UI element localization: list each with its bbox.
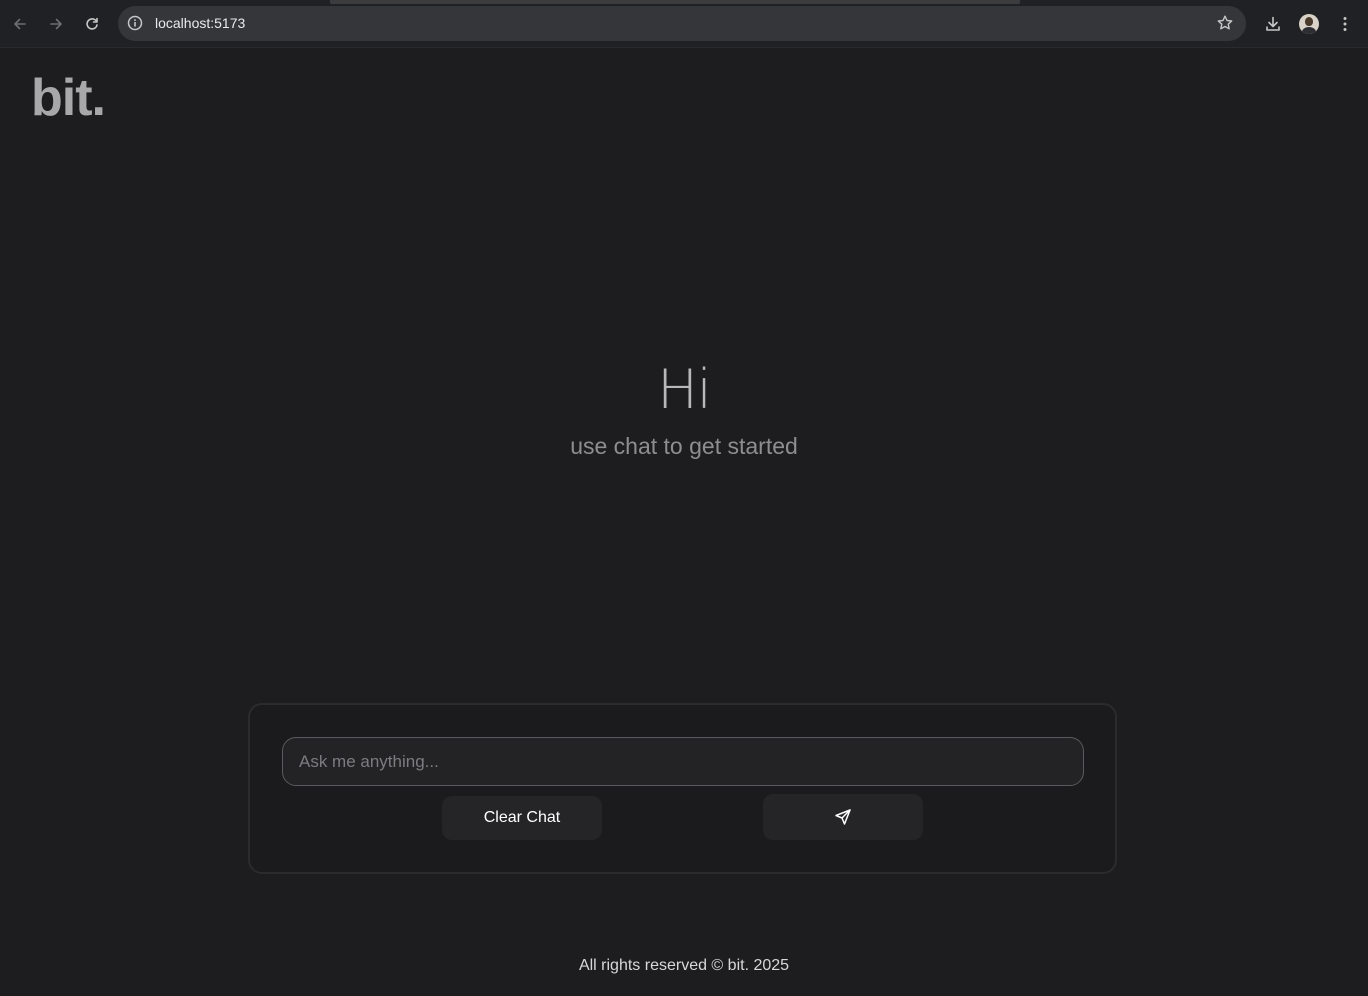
profile-avatar[interactable] (1299, 14, 1319, 34)
more-menu-button[interactable] (1333, 12, 1357, 36)
hero-title: Hi (657, 358, 712, 421)
star-icon[interactable] (1216, 14, 1234, 32)
brand-logo[interactable]: bit. (31, 68, 106, 128)
forward-arrow-icon (50, 18, 62, 30)
browser-toolbar: localhost:5173 (0, 0, 1368, 48)
info-icon[interactable] (126, 14, 144, 32)
send-icon (835, 809, 851, 825)
download-button[interactable] (1261, 12, 1285, 36)
avatar-head (1305, 17, 1313, 26)
reload-icon (86, 17, 98, 30)
avatar-body (1302, 27, 1316, 34)
hero-subtitle: use chat to get started (570, 433, 798, 459)
back-button[interactable] (8, 12, 32, 36)
footer-copyright: All rights reserved © bit. 2025 (578, 957, 790, 974)
reload-button[interactable] (80, 12, 104, 36)
download-icon (1266, 16, 1280, 31)
chat-input[interactable] (282, 737, 1084, 786)
address-bar[interactable]: localhost:5173 (118, 6, 1246, 41)
forward-button[interactable] (44, 12, 68, 36)
tab-strip-edge (330, 0, 1020, 4)
url-text: localhost:5173 (155, 15, 246, 31)
clear-chat-button[interactable]: Clear Chat (442, 796, 602, 840)
back-arrow-icon (14, 18, 26, 30)
more-vert-icon (1343, 17, 1347, 31)
chat-panel: Clear Chat (248, 703, 1117, 874)
send-button[interactable] (763, 794, 923, 840)
